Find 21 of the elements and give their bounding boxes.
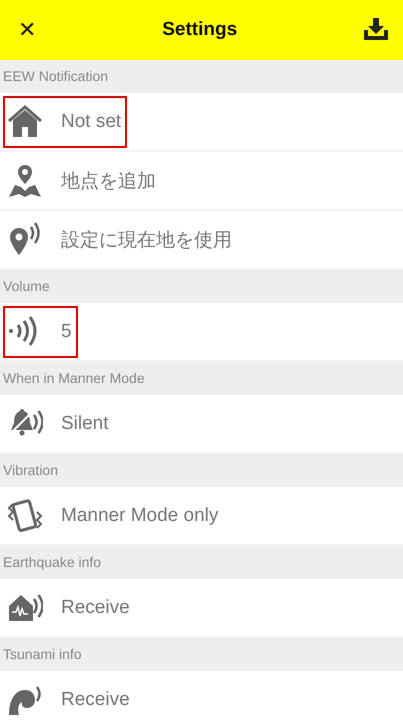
- setting-value[interactable]: Silent: [61, 412, 109, 434]
- setting-value[interactable]: Manner Mode only: [61, 504, 218, 526]
- section-header: Tsunami info: [0, 638, 403, 671]
- download-icon: [362, 16, 389, 40]
- setting-value[interactable]: Not set: [61, 110, 122, 132]
- map-pin-icon: [7, 162, 43, 198]
- section-header: Earthquake info: [0, 546, 403, 579]
- section-header: When in Manner Mode: [0, 362, 403, 395]
- close-button[interactable]: ✕: [14, 14, 40, 46]
- setting-value[interactable]: Receive: [61, 596, 130, 618]
- setting-value[interactable]: 設定に現在地を使用: [61, 226, 232, 252]
- setting-value[interactable]: Receive: [61, 688, 130, 710]
- location-signal-icon: [7, 222, 43, 258]
- section-header: Volume: [0, 270, 403, 303]
- section-header: Vibration: [0, 454, 403, 487]
- setting-value[interactable]: 5: [61, 320, 72, 342]
- window-title: Settings: [162, 19, 238, 41]
- section-header: EEW Notification: [0, 60, 403, 93]
- house-icon: [7, 104, 43, 140]
- vibrating-phone-icon: [7, 498, 43, 534]
- setting-value[interactable]: 地点を追加: [61, 168, 156, 194]
